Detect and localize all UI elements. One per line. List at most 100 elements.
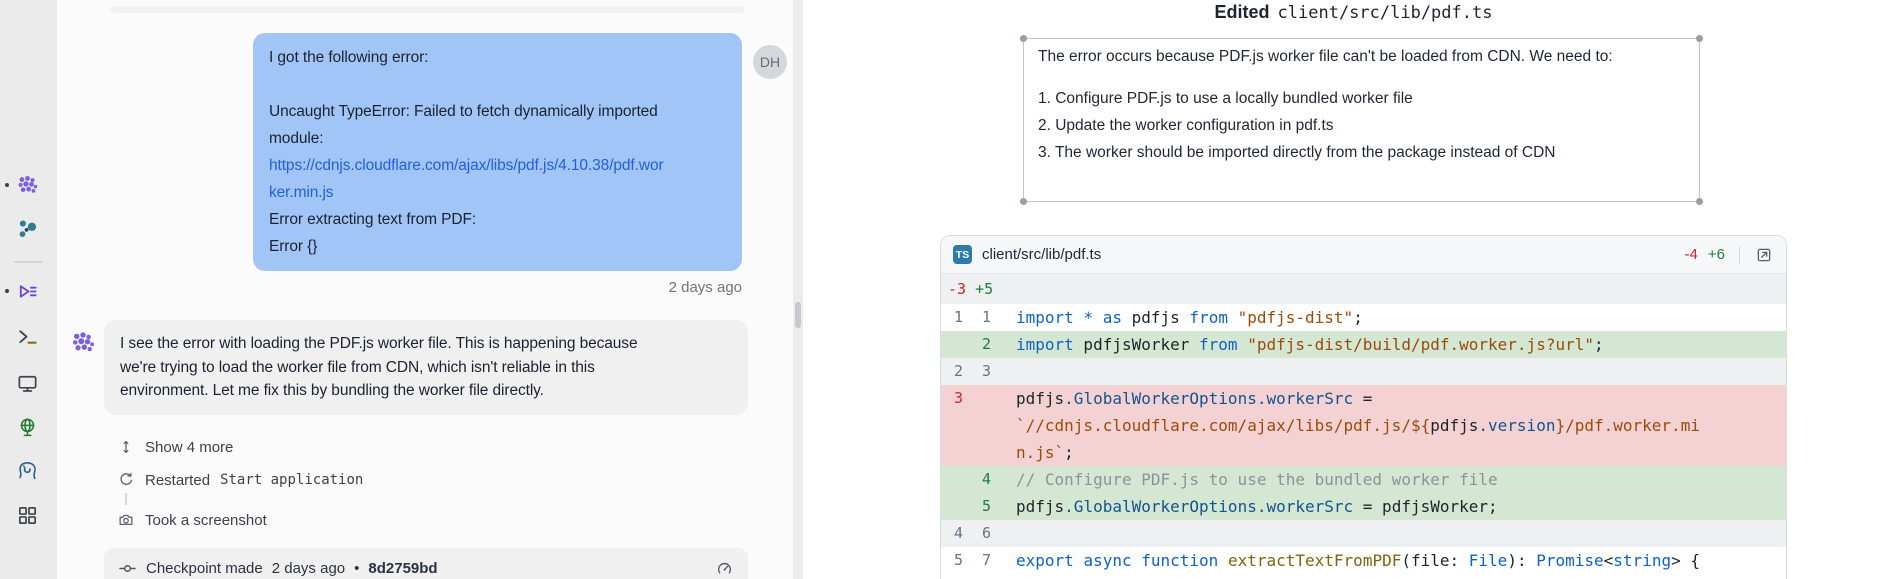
active-indicator-dot	[5, 289, 9, 293]
message-line: Error {}	[269, 233, 726, 260]
header-separator	[1739, 246, 1740, 264]
code-token: pdfjs	[1016, 389, 1064, 408]
code-token: import	[1016, 308, 1074, 327]
note-line: 1. Configure PDF.js to use a locally bun…	[1038, 85, 1685, 112]
camera-icon	[117, 511, 135, 529]
code-token: as	[1103, 308, 1122, 327]
code-token	[1218, 551, 1228, 570]
code-token: from	[1189, 308, 1228, 327]
sidebar-item-monitor[interactable]	[13, 369, 41, 397]
sidebar-item-grid[interactable]	[13, 501, 41, 529]
code-token	[1074, 308, 1084, 327]
restarted-label: Restarted	[145, 472, 210, 489]
selection-handle[interactable]	[1020, 198, 1027, 205]
sidebar-item-globe[interactable]	[13, 413, 41, 441]
lines-removed-stat: -4	[1685, 246, 1698, 263]
rollback-gauge-icon[interactable]	[715, 559, 734, 578]
checkpoint-label: Checkpoint made	[146, 560, 263, 577]
old-line-number: 5	[941, 547, 969, 574]
code-token: import	[1016, 335, 1074, 354]
sidebar-divider	[14, 261, 43, 263]
agent-avatar	[70, 330, 96, 356]
sidebar-item-postgres[interactable]	[13, 457, 41, 485]
code-line: pdfjs.GlobalWorkerOptions.workerSrc =	[1016, 385, 1786, 412]
agent-note-box: The error occurs because PDF.js worker f…	[1023, 38, 1700, 202]
code-token: ;	[1353, 308, 1363, 327]
diff-row: 23	[941, 358, 1786, 385]
code-token: `//cdnjs.cloudflare.com/ajax/libs/pdf.js…	[1016, 416, 1411, 435]
new-line-number: 3	[969, 358, 997, 385]
old-line-number: 4	[941, 520, 969, 547]
code-cell: // Configure PDF.js to use the bundled w…	[997, 466, 1786, 493]
code-token: pdfjs	[1016, 497, 1064, 516]
code-line	[1016, 520, 1786, 547]
code-token	[1132, 551, 1142, 570]
screenshot-row[interactable]: Took a screenshot	[117, 508, 267, 532]
old-line-number	[941, 493, 969, 520]
terminal-icon	[16, 325, 39, 348]
old-line-number: 3	[941, 385, 969, 466]
sidebar-item-terminal[interactable]	[13, 322, 41, 350]
code-cell: import pdfjsWorker from "pdfjs-dist/buil…	[997, 331, 1786, 358]
expand-updown-icon	[117, 438, 135, 456]
globe-icon	[16, 416, 39, 439]
old-line-number: 2	[941, 358, 969, 385]
code-token: .GlobalWorkerOptions	[1064, 389, 1257, 408]
message-link[interactable]: https://cdnjs.cloudflare.com/ajax/libs/p…	[269, 152, 726, 179]
note-line: The error occurs because PDF.js worker f…	[1038, 46, 1685, 68]
note-line: 3. The worker should be imported directl…	[1038, 139, 1685, 166]
postgres-icon	[16, 460, 39, 483]
sidebar-item-agent[interactable]	[13, 171, 41, 199]
code-token: .version	[1478, 416, 1555, 435]
code-token: ${	[1411, 416, 1430, 435]
diff-filename: client/src/lib/pdf.ts	[982, 246, 1675, 263]
monitor-icon	[16, 372, 39, 395]
diff-row: 3 pdfjs.GlobalWorkerOptions.workerSrc = `/…	[941, 385, 1786, 466]
code-token: /pdf.worker.mi	[1565, 416, 1700, 435]
workflows-icon	[16, 280, 39, 303]
selection-handle[interactable]	[1020, 35, 1027, 42]
checkpoint-hash: 8d2759bd	[368, 560, 437, 577]
code-token: "pdfjs-dist/build/pdf.worker.js?url"	[1247, 335, 1594, 354]
agent-message-bubble: I see the error with loading the PDF.js …	[104, 320, 748, 415]
sidebar-item-graph[interactable]	[13, 215, 41, 243]
selection-handle[interactable]	[1696, 35, 1703, 42]
diff-row: 4// Configure PDF.js to use the bundled …	[941, 466, 1786, 493]
message-link[interactable]: ker.min.js	[269, 179, 726, 206]
new-line-number: 2	[969, 331, 997, 358]
message-line: Uncaught TypeError: Failed to fetch dyna…	[269, 98, 726, 125]
checkpoint-card[interactable]: Checkpoint made 2 days ago • 8d2759bd	[104, 548, 748, 579]
old-line-number	[941, 331, 969, 358]
restarted-workflow-row[interactable]: Restarted Start application	[117, 468, 363, 492]
code-token: =	[1353, 389, 1372, 408]
typescript-file-icon: TS	[953, 245, 972, 264]
previous-card-remnant	[110, 6, 745, 13]
code-token: }	[1555, 416, 1565, 435]
user-message-bubble: I got the following error: Uncaught Type…	[253, 33, 742, 271]
sidebar-item-workflows[interactable]	[13, 277, 41, 305]
new-line-number: 7	[969, 547, 997, 574]
code-line: n.js`;	[1016, 439, 1786, 466]
code-token: .GlobalWorkerOptions	[1064, 497, 1257, 516]
code-cell	[997, 358, 1786, 385]
code-token	[1228, 308, 1238, 327]
agent-logo-icon	[70, 330, 96, 356]
old-line-number	[941, 466, 969, 493]
show-more-button[interactable]: Show 4 more	[117, 435, 233, 459]
code-token	[1238, 335, 1248, 354]
open-file-button[interactable]	[1754, 245, 1774, 265]
chat-scrollbar-thumb[interactable]	[795, 302, 801, 328]
user-avatar: DH	[753, 45, 787, 79]
code-token	[1093, 308, 1103, 327]
workflow-command: Start application	[220, 472, 363, 488]
code-token: ;	[1594, 335, 1604, 354]
code-token: extractTextFromPDF	[1228, 551, 1401, 570]
screenshot-label: Took a screenshot	[145, 512, 267, 529]
hunk-removed: -3	[948, 280, 966, 298]
code-token: function	[1141, 551, 1218, 570]
code-token: string	[1613, 551, 1671, 570]
code-line: import * as pdfjs from "pdfjs-dist";	[1016, 304, 1786, 331]
code-token: "pdfjs-dist"	[1238, 308, 1354, 327]
code-line: import pdfjsWorker from "pdfjs-dist/buil…	[1016, 331, 1786, 358]
selection-handle[interactable]	[1696, 198, 1703, 205]
